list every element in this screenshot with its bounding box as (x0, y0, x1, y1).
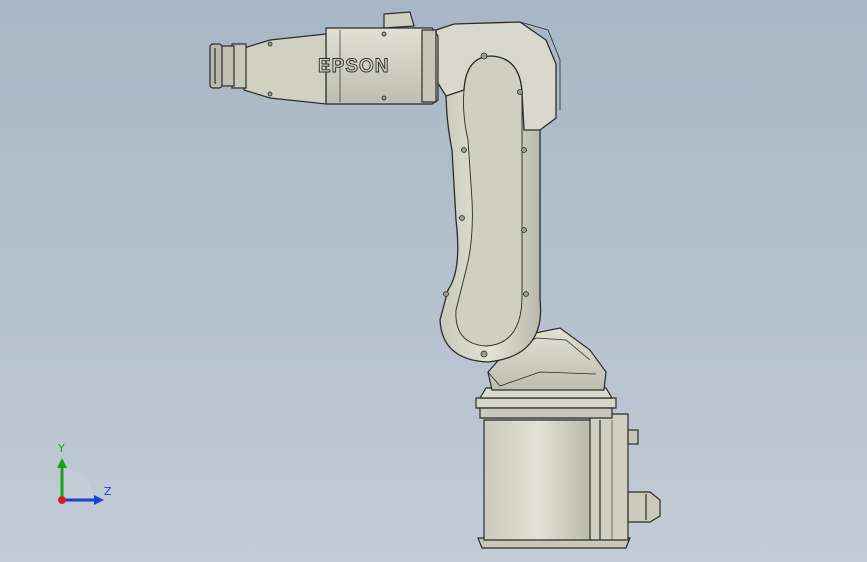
coordinate-triad: Y Z (48, 438, 128, 518)
graphics-viewport[interactable]: EPSON Y Z (0, 0, 867, 562)
robot-lower-arm (435, 21, 561, 363)
robot-base (475, 387, 661, 549)
brand-logo-text: EPSON (318, 56, 390, 77)
robot-arm-model[interactable]: EPSON (0, 0, 867, 562)
y-axis-label: Y (58, 442, 65, 455)
z-axis-label: Z (104, 485, 112, 498)
